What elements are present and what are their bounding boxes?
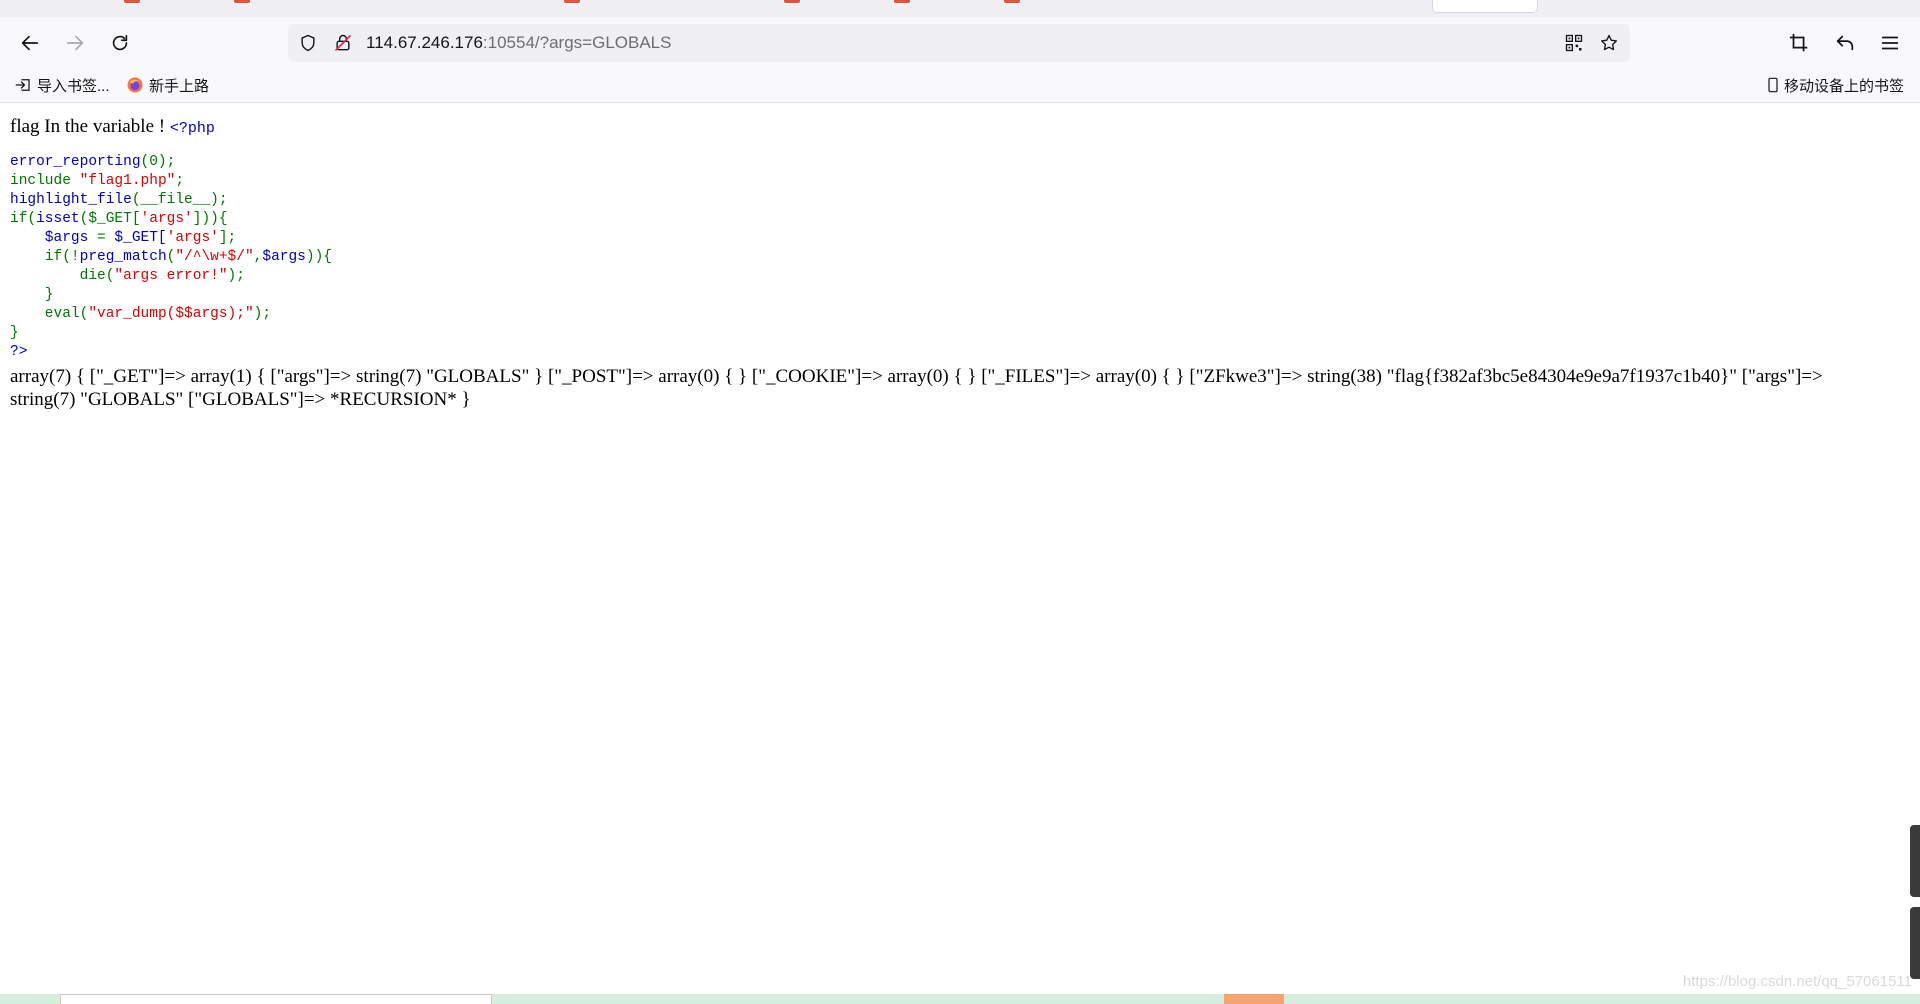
shield-icon[interactable] [298,33,318,53]
forward-button[interactable] [59,27,91,59]
code-token: ])){ [192,211,228,227]
bookmark-getting-started-label: 新手上路 [149,77,210,95]
back-arrow-icon [21,35,39,51]
code-token: ); [227,268,245,284]
undo-button[interactable] [1829,27,1861,59]
import-icon [15,79,30,91]
bookmark-getting-started[interactable]: 新手上路 [126,75,209,95]
undo-icon [1836,35,1854,51]
code-token: die( [10,268,115,284]
reload-button[interactable] [104,27,136,59]
code-token: if( [10,211,37,227]
code-token: ; [175,173,185,189]
tab[interactable] [1004,0,1020,3]
code-token: ]; [218,230,237,246]
url-host: 114.67.246.176 [366,33,483,52]
watermark: https://blog.csdn.net/qq_57061511 [1682,973,1912,990]
tab[interactable] [784,0,800,3]
bookmark-import[interactable]: 导入书签... [14,75,110,95]
bookmark-import-label: 导入书签... [37,77,110,95]
taskbar-app[interactable] [1224,994,1284,1004]
address-bar[interactable]: 114.67.246.176:10554/?args=GLOBALS [288,24,1630,62]
tab-active[interactable] [1432,0,1538,13]
code-token: = [97,230,115,246]
php-open-tag: <?php [169,120,215,137]
code-token: highlight_file [10,192,132,208]
code-token: ($_GET[ [79,211,141,227]
insecure-lock-icon[interactable] [333,33,353,53]
tab[interactable] [124,0,140,3]
code-token: isset [36,211,80,227]
code-token: 'args' [166,230,219,246]
screenshot-crop-button[interactable] [1783,27,1815,59]
mobile-bookmarks[interactable]: 移动设备上的书签 [1765,75,1904,95]
code-token: "var_dump($$args);" [88,306,254,322]
nav-toolbar: 114.67.246.176:10554/?args=GLOBALS [0,17,1920,69]
code-token: } [10,325,19,341]
intro-text: flag In the variable ! [10,116,170,137]
url-text[interactable]: 114.67.246.176:10554/?args=GLOBALS [366,33,671,53]
code-token: (__file__); [131,192,228,208]
php-source-code: error_reporting(0); include "flag1.php";… [10,153,1890,362]
tab[interactable] [894,0,910,3]
tab[interactable] [234,0,250,3]
code-token: (0); [140,154,176,170]
code-token: "flag1.php" [79,173,176,189]
url-path: :10554/?args=GLOBALS [482,33,672,52]
code-token: $args [262,249,306,265]
bookmarks-toolbar: 导入书签... 新手上路 移动设备上的书签 [0,69,1920,103]
menu-button[interactable] [1874,27,1906,59]
bookmark-star-icon[interactable] [1599,33,1619,53]
code-token: )){ [305,249,332,265]
code-token: "/^\w+$/" [175,249,254,265]
mobile-device-icon [1768,77,1778,93]
qr-code-icon[interactable] [1564,33,1584,53]
page-content: flag In the variable ! <?php error_repor… [10,114,1890,411]
side-scroll-widget[interactable] [1910,907,1920,979]
reload-icon [112,34,128,51]
code-token: } [10,287,54,303]
var-dump-output: array(7) { ["_GET"]=> array(1) { ["args"… [10,366,1823,410]
intro-line: flag In the variable ! <?php [10,114,1890,140]
tab[interactable] [564,0,580,3]
code-token: ); [253,306,272,322]
side-scroll-widget[interactable] [1910,825,1920,897]
code-token: ?> [10,344,28,360]
code-token: "args error!" [114,268,228,284]
code-token: if(! [10,249,80,265]
taskbar-window[interactable] [60,994,492,1004]
code-token: error_reporting [10,154,141,170]
crop-icon [1789,33,1808,52]
code-token: include [10,173,80,189]
taskbar [0,994,1920,1004]
code-token: preg_match [79,249,167,265]
tab-strip [0,0,1920,17]
hamburger-menu-icon [1881,36,1899,50]
code-token: eval( [10,306,89,322]
mobile-bookmarks-label: 移动设备上的书签 [1784,77,1905,95]
code-token: $_GET[ [114,230,167,246]
forward-arrow-icon [66,35,84,51]
back-button[interactable] [14,27,46,59]
code-token: $args [10,230,98,246]
firefox-icon [127,77,143,93]
code-token: 'args' [140,211,193,227]
